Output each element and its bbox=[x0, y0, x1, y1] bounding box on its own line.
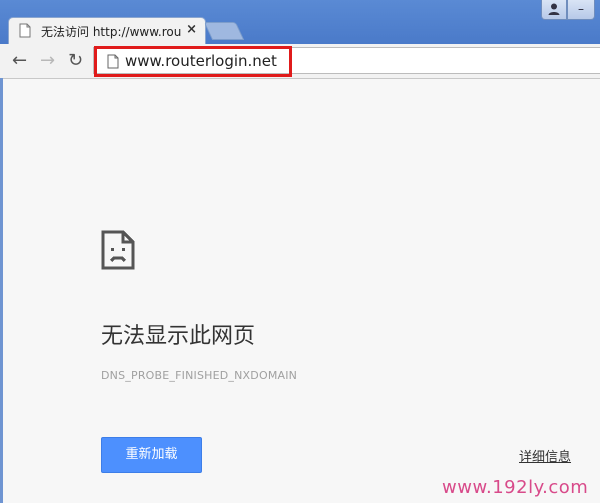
watermark: www.192ly.com bbox=[442, 477, 589, 498]
window-edge bbox=[0, 78, 3, 503]
details-link[interactable]: 详细信息 bbox=[519, 446, 571, 465]
tab-title: 无法访问 http://www.rou bbox=[41, 25, 182, 39]
sad-page-icon bbox=[101, 230, 135, 274]
minimize-button[interactable]: – bbox=[567, 0, 595, 20]
user-icon[interactable] bbox=[541, 0, 567, 20]
tab-strip: 无法访问 http://www.rou × – bbox=[0, 0, 600, 44]
close-tab-icon[interactable]: × bbox=[186, 22, 197, 37]
forward-arrow-icon[interactable]: → bbox=[40, 52, 55, 70]
reload-icon[interactable]: ↻ bbox=[68, 52, 83, 70]
browser-tab[interactable]: 无法访问 http://www.rou × bbox=[8, 17, 206, 44]
url-highlight-box bbox=[94, 46, 292, 77]
browser-toolbar: ← → ↻ www.routerlogin.net bbox=[0, 44, 600, 79]
new-tab-button[interactable] bbox=[203, 22, 245, 40]
error-code: DNS_PROBE_FINISHED_NXDOMAIN bbox=[101, 369, 298, 382]
error-title: 无法显示此网页 bbox=[101, 324, 256, 349]
reload-button[interactable]: 重新加载 bbox=[101, 437, 202, 473]
back-arrow-icon[interactable]: ← bbox=[12, 52, 27, 70]
page-icon bbox=[19, 23, 31, 42]
